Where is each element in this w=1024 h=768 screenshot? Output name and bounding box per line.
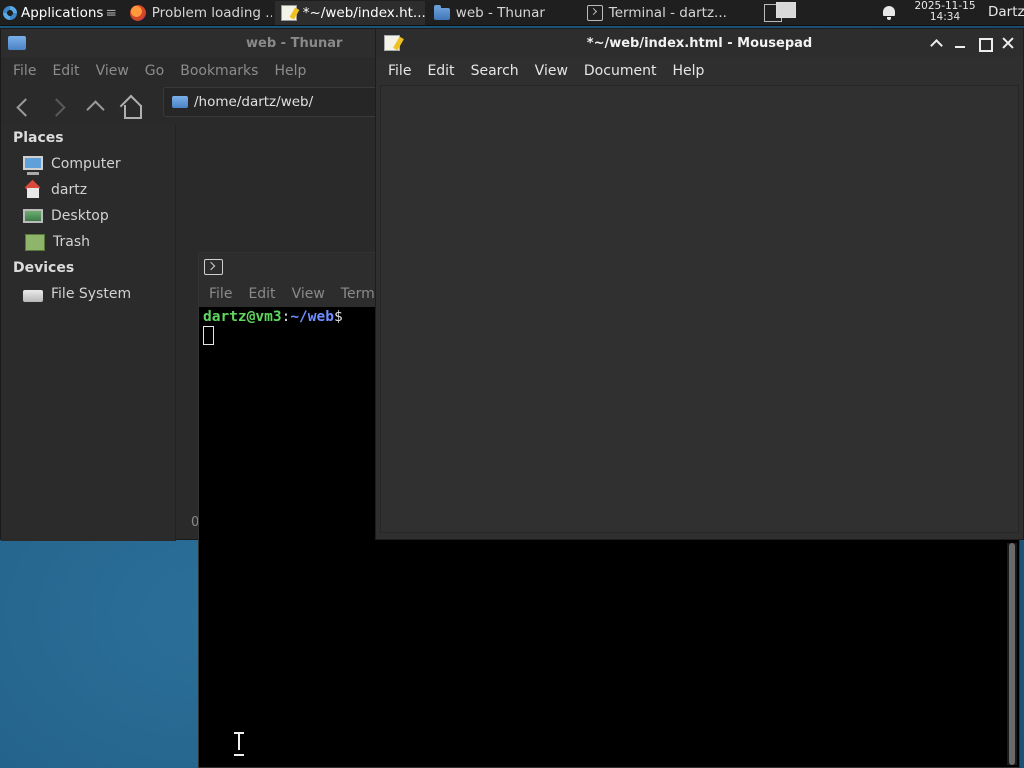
parent-folder-icon[interactable] (83, 95, 107, 119)
menu-view[interactable]: View (527, 63, 576, 79)
drive-icon (23, 289, 43, 302)
thunar-menubar: File Edit View Go Bookmarks Help (1, 57, 377, 85)
mousepad-icon (280, 4, 297, 21)
menu-search[interactable]: Search (463, 63, 527, 79)
ibeam-cursor-icon (234, 732, 244, 756)
top-panel: Applications ≡ Problem loading ... *~/we… (0, 0, 1024, 26)
mousepad-titlebar[interactable]: *~/web/index.html - Mousepad (376, 29, 1023, 57)
taskbar-item-firefox[interactable]: Problem loading ... (124, 1, 272, 25)
menu-go[interactable]: Go (137, 63, 172, 79)
menu-document[interactable]: Document (576, 63, 665, 79)
close-icon[interactable] (999, 33, 1017, 53)
sidebar-item-label: Trash (53, 234, 90, 250)
firefox-icon (129, 4, 146, 21)
sidebar-item-label: File System (51, 286, 132, 302)
xfce-logo-icon (2, 5, 18, 21)
menu-separator-icon: ≡ (105, 4, 117, 21)
user-menu[interactable]: Dartz (988, 4, 1024, 20)
menu-help[interactable]: Help (266, 63, 314, 79)
terminal-scrollbar[interactable] (1007, 543, 1017, 765)
taskbar-item-label: web - Thunar (455, 4, 545, 21)
thunar-titlebar[interactable]: web - Thunar (1, 29, 377, 57)
taskbar-item-thunar[interactable]: web - Thunar (428, 1, 578, 25)
sidebar-item-trash[interactable]: Trash (1, 229, 175, 255)
thunar-sidebar: Places Computer dartz Desktop Trash Devi… (1, 125, 176, 541)
forward-arrow-icon[interactable] (47, 95, 71, 119)
panel-clock[interactable]: 2025-11-15 14:34 (906, 1, 984, 23)
folder-icon (8, 36, 26, 50)
sidebar-item-home[interactable]: dartz (1, 177, 175, 203)
taskbar-item-label: Terminal - dartz... (608, 4, 727, 21)
folder-icon (172, 96, 188, 108)
text-cursor (203, 326, 214, 345)
back-arrow-icon[interactable] (11, 95, 35, 119)
menu-edit[interactable]: Edit (240, 286, 283, 302)
window-title: web - Thunar (246, 35, 343, 51)
window-title: *~/web/index.html - Mousepad (586, 35, 813, 51)
computer-icon (23, 156, 43, 175)
taskbar-item-terminal[interactable]: Terminal - dartz... (581, 1, 733, 25)
taskbar-item-mousepad[interactable]: *~/web/index.ht... (274, 0, 425, 25)
terminal-icon (204, 259, 223, 275)
menu-view[interactable]: View (88, 63, 137, 79)
trash-icon (25, 233, 45, 251)
menu-file[interactable]: File (201, 286, 240, 302)
shade-icon[interactable] (927, 33, 945, 53)
sidebar-item-label: dartz (51, 182, 88, 198)
minimize-icon[interactable] (951, 33, 969, 53)
window-controls (927, 33, 1017, 53)
sidebar-item-label: Computer (51, 156, 121, 172)
user-home-icon (23, 181, 43, 199)
folder-icon (433, 4, 450, 20)
prompt-symbol: $ (333, 309, 343, 325)
menu-help[interactable]: Help (664, 63, 712, 79)
menu-file[interactable]: File (380, 63, 419, 79)
menu-edit[interactable]: Edit (419, 63, 462, 79)
taskbar-item-label: *~/web/index.ht... (302, 4, 425, 21)
prompt-separator: : (281, 309, 291, 325)
maximize-icon[interactable] (975, 33, 993, 53)
mousepad-menubar: File Edit Search View Document Help (376, 57, 1023, 85)
devices-heading: Devices (13, 260, 75, 276)
terminal-icon (586, 4, 603, 21)
sidebar-item-filesystem[interactable]: File System (1, 281, 175, 307)
location-path: /home/dartz/web/ (194, 94, 314, 110)
menu-bookmarks[interactable]: Bookmarks (172, 63, 266, 79)
sidebar-item-computer[interactable]: Computer (1, 151, 175, 177)
applications-menu[interactable]: Applications ≡ (0, 0, 121, 26)
menu-file[interactable]: File (5, 63, 44, 79)
home-icon[interactable] (119, 95, 143, 119)
sidebar-item-label: Desktop (51, 208, 109, 224)
workspace-2[interactable] (776, 2, 796, 18)
prompt-user: dartz@vm3 (203, 309, 282, 325)
menu-view[interactable]: View (284, 286, 333, 302)
applications-label: Applications (21, 4, 104, 21)
location-bar[interactable]: /home/dartz/web/ (163, 87, 379, 117)
places-heading: Places (13, 130, 64, 146)
workspace-switcher[interactable] (762, 2, 798, 24)
text-editor-area[interactable] (380, 85, 1019, 533)
sidebar-item-desktop[interactable]: Desktop (1, 203, 175, 229)
prompt-path: ~/web (290, 309, 334, 325)
desktop-icon (23, 209, 43, 223)
taskbar-item-label: Problem loading ... (151, 4, 272, 21)
mousepad-window: *~/web/index.html - Mousepad File Edit S… (375, 28, 1024, 540)
notification-bell-icon[interactable] (882, 5, 896, 20)
clock-time: 14:34 (929, 11, 961, 23)
menu-edit[interactable]: Edit (44, 63, 87, 79)
